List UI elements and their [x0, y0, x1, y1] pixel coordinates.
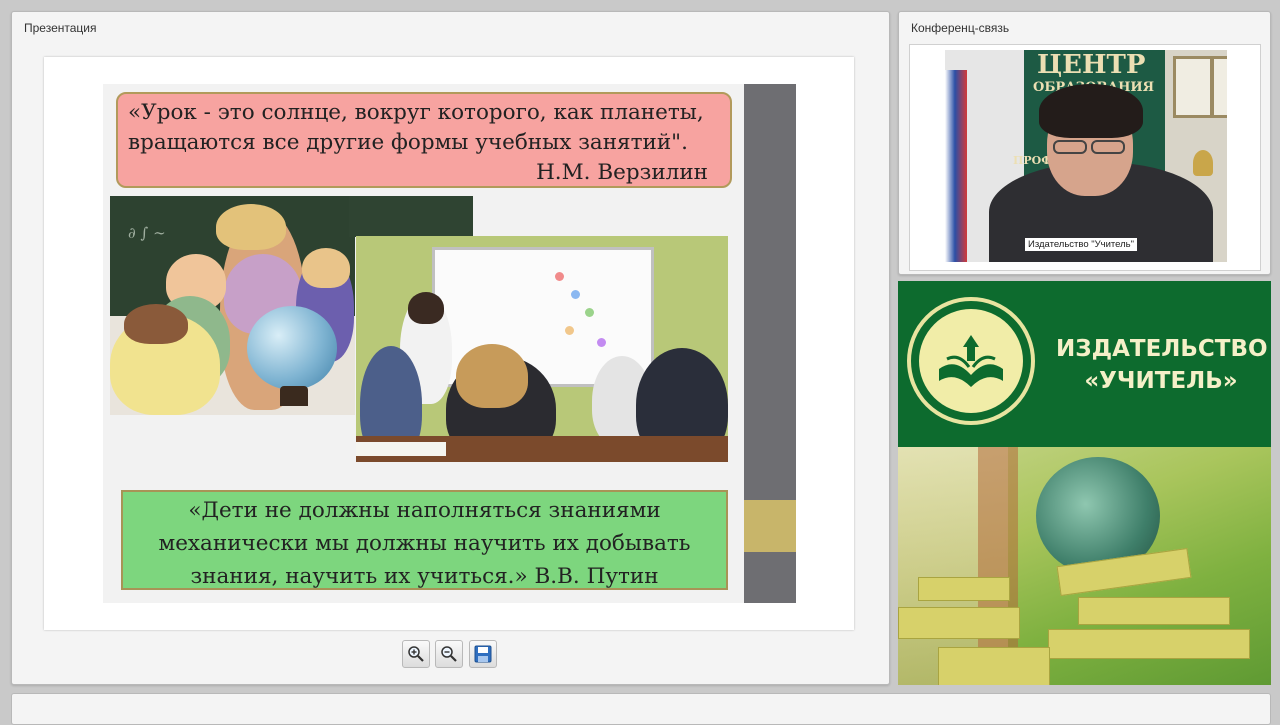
wall-frame [1211, 56, 1227, 118]
trophy [1193, 150, 1213, 176]
book [898, 607, 1020, 639]
photo-classroom [356, 236, 728, 462]
publisher-name-line1: ИЗДАТЕЛЬСТВО [1056, 336, 1268, 362]
girl-hair [124, 304, 188, 344]
participant-name-label: Издательство "Учитель" [1025, 238, 1138, 251]
book [1048, 629, 1250, 659]
whiteboard-mark [597, 338, 606, 347]
publisher-name: ИЗДАТЕЛЬСТВО «УЧИТЕЛЬ» [1056, 333, 1268, 397]
quote-verzilin-line2: вращаются все другие формы учебных занят… [128, 130, 688, 155]
whiteboard-mark [585, 308, 594, 317]
student-2-hair [456, 344, 528, 408]
presenter-hair [1039, 84, 1143, 138]
teacher-classroom-hair [408, 292, 444, 324]
quote-verzilin: «Урок - это солнце, вокруг которого, как… [116, 92, 732, 188]
quote-putin-line3: знания, научить их учиться.» В.В. Путин [190, 564, 659, 589]
presentation-panel-title: Презентация [24, 21, 97, 35]
save-button[interactable] [469, 640, 497, 668]
slide-side-bar-accent [744, 500, 796, 552]
globe-stand [280, 386, 308, 406]
video-feed[interactable]: ЦЕНТР ОБРАЗОВАНИЯ ПРОФ Издательство "Учи… [945, 50, 1227, 262]
quote-putin: «Дети не должны наполняться знаниями мех… [121, 490, 728, 590]
glasses-left [1053, 140, 1087, 154]
chalk-scribble: ∂ ∫ ∼ [128, 224, 166, 242]
whiteboard-mark [555, 272, 564, 281]
conference-panel-title: Конференц-связь [911, 21, 1010, 35]
girl-purple-head [302, 248, 350, 288]
zoom-out-icon [441, 646, 457, 662]
wall-frame [1173, 56, 1213, 118]
publisher-banner-top: ИЗДАТЕЛЬСТВО «УЧИТЕЛЬ» [898, 281, 1271, 447]
publisher-logo-inner [919, 309, 1023, 413]
presentation-panel: Презентация «Урок - это солнце, вокруг к… [11, 11, 890, 685]
quote-putin-line1: «Дети не должны наполняться знаниями [188, 498, 661, 523]
book [938, 647, 1050, 685]
teacher-hair [216, 204, 286, 250]
book [918, 577, 1010, 601]
publisher-name-line2: «УЧИТЕЛЬ» [1084, 368, 1238, 394]
conference-panel: Конференц-связь ЦЕНТР ОБРАЗОВАНИЯ ПРОФ И… [898, 11, 1271, 275]
quote-verzilin-author: Н.М. Верзилин [536, 160, 708, 185]
bottom-panel [11, 693, 1271, 725]
save-icon [474, 645, 492, 663]
photo-teacher-globe: ∂ ∫ ∼ [110, 196, 355, 415]
sign-line3: ПРОФ [1013, 154, 1052, 167]
flag [945, 70, 967, 262]
slide-frame: «Урок - это солнце, вокруг которого, как… [44, 57, 854, 630]
whiteboard-mark [571, 290, 580, 299]
slide: «Урок - это солнце, вокруг которого, как… [103, 84, 796, 603]
publisher-banner: ИЗДАТЕЛЬСТВО «УЧИТЕЛЬ» [898, 281, 1271, 685]
glasses-right [1091, 140, 1125, 154]
quote-verzilin-line1: «Урок - это солнце, вокруг которого, как… [128, 100, 704, 125]
whiteboard-mark [565, 326, 574, 335]
publisher-logo [907, 297, 1035, 425]
publisher-banner-image [898, 447, 1271, 685]
zoom-in-button[interactable] [402, 640, 430, 668]
zoom-out-button[interactable] [435, 640, 463, 668]
book [1078, 597, 1230, 625]
chalkboard-right [349, 196, 473, 237]
quote-putin-line2: механически мы должны научить их добыват… [158, 531, 691, 556]
globe-image [247, 306, 337, 390]
zoom-in-icon [408, 646, 424, 662]
book-logo-icon [939, 335, 1003, 387]
sign-line1: ЦЕНТР [1037, 50, 1146, 80]
open-book [356, 442, 446, 456]
